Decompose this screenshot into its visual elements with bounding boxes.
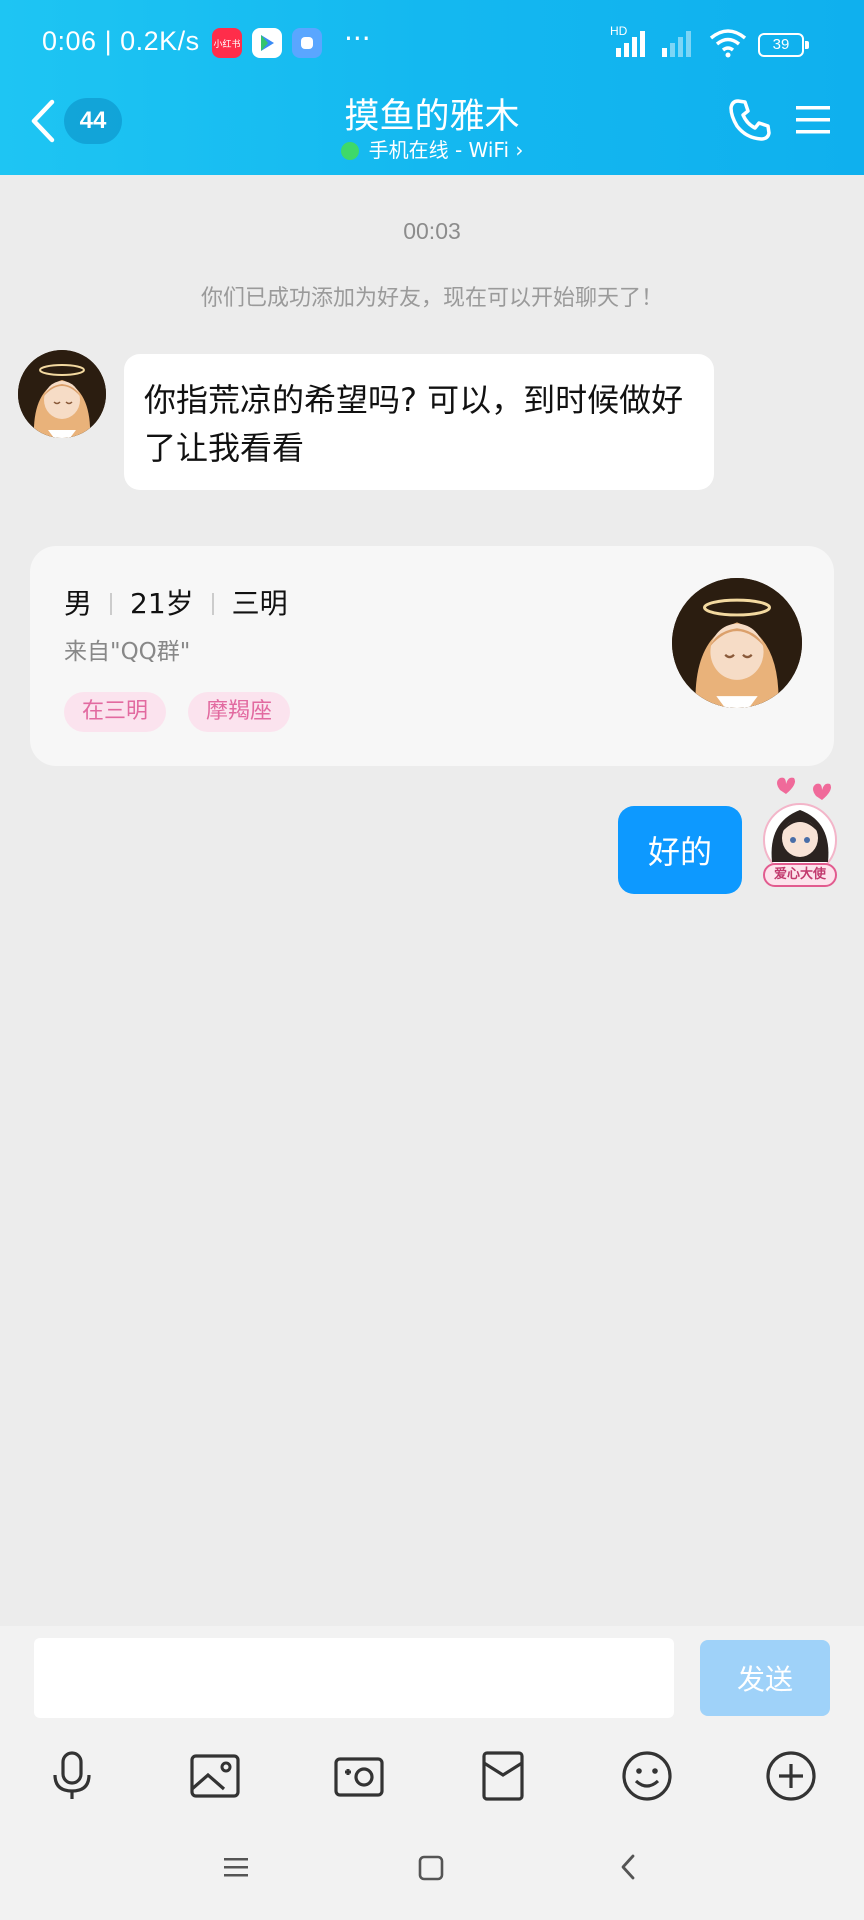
profile-tag-zodiac: 摩羯座 <box>188 692 291 732</box>
status-bar: 0:06 | 0.2K/s 小红书 ··· HD 39 <box>0 0 864 86</box>
signal-weak-icon <box>658 28 702 62</box>
online-status-text: 手机在线 - WiFi <box>368 138 510 162</box>
more-notifications-icon: ··· <box>344 22 371 55</box>
gender: 男 <box>64 587 93 620</box>
message-timestamp: 00:03 <box>403 218 461 244</box>
message-input[interactable] <box>34 1638 674 1718</box>
profile-card-avatar[interactable] <box>672 578 802 708</box>
system-back-icon[interactable] <box>616 1852 640 1886</box>
play-store-icon <box>252 28 282 58</box>
camera-icon[interactable] <box>332 1749 386 1803</box>
system-message: 你们已成功添加为好友，现在可以开始聊天了！ <box>200 286 663 311</box>
chevron-right-icon: › <box>515 138 524 162</box>
input-toolbar <box>0 1730 864 1820</box>
red-packet-icon[interactable] <box>476 1749 530 1803</box>
outgoing-message-bubble[interactable]: 好的 <box>618 806 742 894</box>
profile-info: 男 21岁 三明 <box>64 582 288 622</box>
sticker-label: 爱心大使 <box>773 867 826 882</box>
messenger-app-icon <box>292 28 322 58</box>
menu-icon[interactable] <box>794 102 832 138</box>
city: 三明 <box>231 587 288 620</box>
hd-label: HD <box>610 24 628 38</box>
wifi-icon <box>708 28 748 62</box>
my-avatar-sticker[interactable]: 爱心大使 <box>750 770 846 894</box>
send-button[interactable]: 发送 <box>700 1640 830 1716</box>
recent-apps-icon[interactable] <box>222 1852 250 1886</box>
profile-card[interactable]: 男 21岁 三明 来自"QQ群" 在三明 摩羯座 <box>30 546 834 766</box>
divider <box>211 593 214 615</box>
home-icon[interactable] <box>416 1852 446 1886</box>
profile-tag-location: 在三明 <box>64 692 167 732</box>
online-dot-icon <box>340 142 359 160</box>
contact-avatar[interactable] <box>18 350 106 438</box>
plus-icon[interactable] <box>764 1749 818 1803</box>
xiaohongshu-app-icon: 小红书 <box>212 28 242 58</box>
signal-icon: HD <box>610 24 654 62</box>
profile-source: 来自"QQ群" <box>64 639 191 665</box>
age: 21岁 <box>130 587 194 620</box>
incoming-message-bubble[interactable]: 你指荒凉的希望吗? 可以，到时候做好了让我看看 <box>124 354 714 490</box>
phone-call-icon[interactable] <box>726 96 774 144</box>
image-icon[interactable] <box>188 1749 242 1803</box>
divider <box>110 593 113 615</box>
chat-header: 0:06 | 0.2K/s 小红书 ··· HD 39 44 摸鱼的雅木 手机在… <box>0 0 864 175</box>
microphone-icon[interactable] <box>45 1749 99 1803</box>
emoji-icon[interactable] <box>620 1749 674 1803</box>
status-time-speed: 0:06 | 0.2K/s <box>42 26 200 56</box>
battery-indicator: 39 <box>758 33 809 57</box>
